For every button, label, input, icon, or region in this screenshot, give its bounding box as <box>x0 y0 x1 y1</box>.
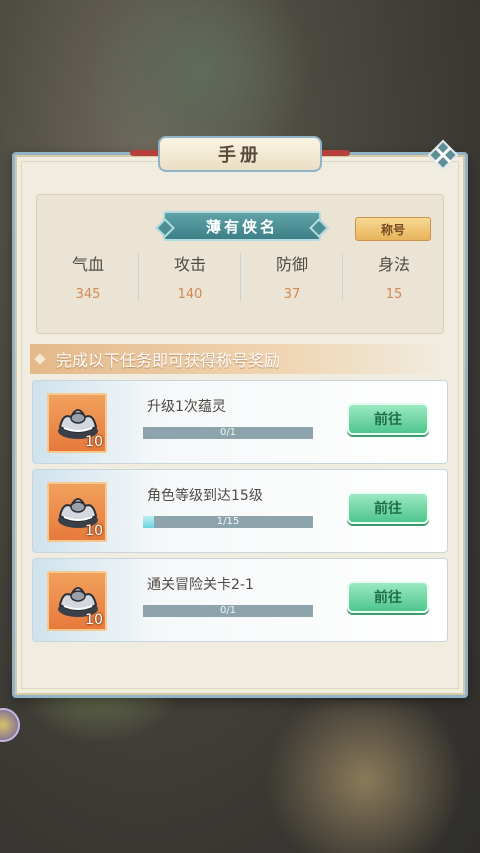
header-plate: 手册 <box>158 136 322 172</box>
stats-row: 气血 345 攻击 140 防御 37 身法 15 <box>37 249 445 309</box>
stat-hp: 气血 345 <box>37 249 139 309</box>
go-button[interactable]: 前往 <box>347 492 429 524</box>
progress-text: 1/15 <box>216 516 240 527</box>
close-button[interactable] <box>426 139 460 171</box>
task-title: 角色等级到达15级 <box>147 488 263 504</box>
progress-text: 0/1 <box>219 427 237 438</box>
title-badge-button[interactable]: 称号 <box>355 217 431 241</box>
reward-count: 10 <box>85 523 103 539</box>
task-title: 通关冒险关卡2-1 <box>147 577 254 593</box>
reward-count: 10 <box>85 612 103 628</box>
stat-attack: 攻击 140 <box>139 249 241 309</box>
background-blur <box>60 0 340 140</box>
task-row: 10 角色等级到达15级 1/15 前往 <box>32 469 448 553</box>
profile-card: 薄有侠名 称号 气血 345 攻击 140 防御 37 身法 15 <box>36 194 444 334</box>
reward-item[interactable]: 10 <box>47 571 107 631</box>
diamond-icon <box>34 353 46 365</box>
task-title: 升级1次蕴灵 <box>147 399 226 415</box>
stat-agility: 身法 15 <box>343 249 445 309</box>
reward-item[interactable]: 10 <box>47 393 107 453</box>
stat-label: 攻击 <box>173 255 206 274</box>
background-blur <box>250 700 480 853</box>
stat-value: 345 <box>75 287 101 302</box>
stat-value: 140 <box>177 287 203 302</box>
banner-text: 完成以下任务即可获得称号奖励 <box>56 351 281 370</box>
stat-label: 身法 <box>377 255 410 274</box>
player-name: 薄有侠名 <box>205 217 278 236</box>
stat-defense: 防御 37 <box>241 249 343 309</box>
stat-label: 气血 <box>71 255 104 274</box>
go-button[interactable]: 前往 <box>347 403 429 435</box>
progress-bar: 0/1 <box>143 605 313 617</box>
task-row: 10 通关冒险关卡2-1 0/1 前往 <box>32 558 448 642</box>
close-icon <box>427 139 459 171</box>
progress-bar: 0/1 <box>143 427 313 439</box>
stat-value: 15 <box>385 287 403 302</box>
task-banner: 完成以下任务即可获得称号奖励 <box>30 344 448 374</box>
go-button[interactable]: 前往 <box>347 581 429 613</box>
progress-bar: 1/15 <box>143 516 313 528</box>
progress-text: 0/1 <box>219 605 237 616</box>
header: 手册 <box>130 136 350 174</box>
reward-item[interactable]: 10 <box>47 482 107 542</box>
name-plate: 薄有侠名 <box>163 211 321 241</box>
stat-label: 防御 <box>275 255 308 274</box>
reward-count: 10 <box>85 434 103 450</box>
stat-value: 37 <box>283 287 301 302</box>
task-row: 10 升级1次蕴灵 0/1 前往 <box>32 380 448 464</box>
page-title: 手册 <box>218 145 262 166</box>
